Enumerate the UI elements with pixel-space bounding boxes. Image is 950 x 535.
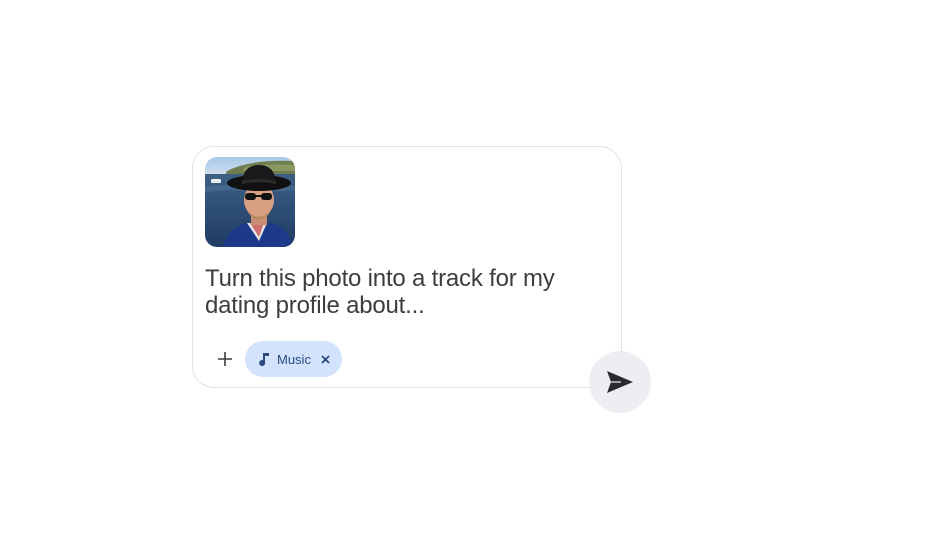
chip-label: Music [277,351,311,367]
photo-image [205,157,295,247]
attached-photo-thumbnail[interactable] [205,157,295,247]
send-icon [607,371,633,393]
composer-toolbar: Music [207,341,342,377]
close-icon[interactable] [321,354,330,364]
prompt-composer[interactable]: Turn this photo into a track for my dati… [192,146,622,388]
music-tool-chip[interactable]: Music [245,341,342,377]
plus-icon [218,352,232,366]
music-note-icon [259,351,271,367]
add-button[interactable] [207,341,243,377]
send-button[interactable] [589,351,651,413]
prompt-input[interactable]: Turn this photo into a track for my dati… [205,265,605,319]
